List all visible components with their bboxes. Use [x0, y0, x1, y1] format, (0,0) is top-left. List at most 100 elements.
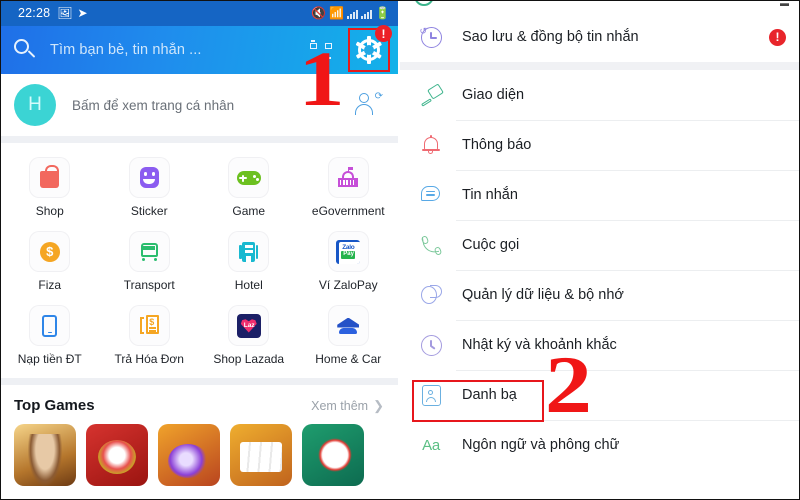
settings-item-label: Ngôn ngữ và phông chữ	[462, 437, 620, 453]
app-shortcut-label: Game	[232, 204, 266, 218]
app-shortcut-phone-topup[interactable]: Nạp tiền ĐT	[0, 300, 100, 374]
app-shortcut-pay-bill[interactable]: $ Trả Hóa Đơn	[100, 300, 200, 374]
pie-chart-icon	[416, 284, 446, 306]
app-shortcut-label: Shop	[35, 204, 64, 218]
status-bar-system-icons: 🔇 📶 🔋	[311, 7, 390, 19]
settings-gear-button[interactable]: !	[348, 25, 392, 72]
mute-icon: 🔇	[311, 6, 327, 20]
app-grid-row: Shop Sticker Game eGovernment	[0, 152, 398, 226]
clipped-icon	[414, 0, 434, 6]
telegram-send-icon: ➤	[77, 6, 88, 20]
zalopay-wallet-icon: Zalo Pay	[328, 232, 368, 271]
bus-icon	[129, 232, 169, 271]
top-games-see-more-link[interactable]: Xem thêm ❯	[311, 398, 384, 414]
app-shortcut-label: Home & Car	[315, 352, 382, 366]
zalo-more-tab-screen: 22:28 🖼 ➤ 🔇 📶 🔋 Tìm bạn bè, tin nhắn ...	[0, 0, 398, 500]
app-shortcut-shop-lazada[interactable]: Laz Shop Lazada	[199, 300, 299, 374]
status-bar-notification-icons: 🖼 ➤	[57, 7, 87, 19]
settings-item-label: Giao diện	[462, 87, 525, 103]
app-shortcut-label: Transport	[123, 278, 175, 292]
settings-item-diary-moments[interactable]: Nhật ký và khoảnh khắc	[400, 320, 800, 370]
settings-item-label: Danh bạ	[462, 387, 517, 403]
settings-item-backup-sync[interactable]: ↺ Sao lưu & đồng bộ tin nhắn !	[400, 12, 800, 62]
clock-icon	[416, 334, 446, 356]
lazada-heart-icon: Laz	[229, 306, 269, 345]
app-shortcut-fiza[interactable]: $ Fiza	[0, 226, 100, 300]
status-bar-clock: 22:28	[18, 6, 51, 20]
app-shortcut-transport[interactable]: Transport	[100, 226, 200, 300]
sticker-smile-icon	[129, 158, 169, 197]
app-shortcut-label: Nạp tiền ĐT	[17, 352, 82, 366]
settings-item-label: Tin nhắn	[462, 187, 518, 203]
game-thumb-3[interactable]	[158, 424, 220, 486]
hotel-building-icon	[229, 232, 269, 271]
signal-bars-2-icon	[361, 9, 373, 19]
status-bar: 22:28 🖼 ➤ 🔇 📶 🔋	[0, 0, 398, 26]
paint-brush-icon	[416, 83, 446, 107]
top-games-title: Top Games	[14, 397, 95, 414]
settings-item-label: Cuộc gọi	[462, 237, 520, 253]
app-shortcut-label: eGovernment	[311, 204, 385, 218]
game-thumb-1[interactable]	[14, 424, 76, 486]
top-games-row	[0, 422, 398, 486]
app-shortcut-game[interactable]: Game	[199, 152, 299, 226]
search-icon[interactable]	[12, 37, 38, 63]
app-shortcut-label: Fiza	[38, 278, 62, 292]
app-shortcut-home-car[interactable]: Home & Car	[299, 300, 399, 374]
font-aa-icon: Aa	[422, 436, 440, 454]
wifi-icon: 📶	[329, 6, 345, 20]
zalo-settings-screen: ▬ ↺ Sao lưu & đồng bộ tin nhắn ! Giao di…	[398, 0, 800, 500]
phone-call-icon	[416, 235, 446, 256]
top-games-header: Top Games Xem thêm ❯	[0, 385, 398, 422]
settings-item-label: Thông báo	[462, 137, 532, 153]
game-thumb-5[interactable]	[302, 424, 364, 486]
game-thumb-2[interactable]	[86, 424, 148, 486]
settings-item-label: Sao lưu & đồng bộ tin nhắn	[462, 29, 639, 45]
gamepad-icon	[229, 158, 269, 197]
settings-item-interface[interactable]: Giao diện	[400, 70, 800, 120]
battery-icon: 🔋	[375, 6, 390, 20]
screenshot-root: 22:28 🖼 ➤ 🔇 📶 🔋 Tìm bạn bè, tin nhắn ...	[0, 0, 800, 500]
search-input[interactable]: Tìm bạn bè, tin nhắn ...	[50, 42, 310, 58]
app-grid-row: Nạp tiền ĐT $ Trả Hóa Đơn Laz Shop Lazad…	[0, 300, 398, 374]
settings-item-notifications[interactable]: Thông báo	[400, 120, 800, 170]
add-friend-icon[interactable]: ⟳	[354, 92, 384, 118]
invoice-bill-icon: $	[129, 306, 169, 345]
warning-badge: !	[769, 28, 786, 46]
annotation-step-2: 2	[544, 339, 593, 430]
app-shortcut-sticker[interactable]: Sticker	[100, 152, 200, 226]
contact-card-icon	[416, 384, 446, 406]
avatar[interactable]: H	[14, 84, 56, 126]
app-shortcut-label: Sticker	[130, 204, 168, 218]
clipped-row-divider	[450, 0, 640, 1]
gear-icon	[355, 36, 383, 64]
app-grid-row: $ Fiza Transport Hotel Zalo Pay Ví ZaloP…	[0, 226, 398, 300]
app-shortcut-hotel[interactable]: Hotel	[199, 226, 299, 300]
clipped-menu-dots-icon: ▬	[780, 0, 790, 8]
home-car-icon	[328, 306, 368, 345]
annotation-step-1: 1	[298, 35, 345, 122]
app-shortcut-zalopay[interactable]: Zalo Pay Ví ZaloPay	[299, 226, 399, 300]
app-shortcut-grid: Shop Sticker Game eGovernment $ Fiza Tra…	[0, 143, 398, 378]
chat-bubble-icon	[416, 185, 446, 205]
shopping-bag-icon	[30, 158, 70, 197]
clipped-top-row: ▬	[400, 0, 800, 12]
image-icon: 🖼	[57, 6, 73, 20]
game-thumb-4[interactable]	[230, 424, 292, 486]
section-divider-2	[0, 378, 398, 385]
settings-badge: !	[375, 25, 392, 42]
chevron-right-icon: ❯	[373, 397, 384, 413]
bell-icon	[416, 135, 446, 155]
history-clock-icon: ↺	[416, 26, 446, 48]
settings-group-divider	[400, 62, 800, 70]
app-shortcut-egovernment[interactable]: eGovernment	[299, 152, 399, 226]
settings-item-language-font[interactable]: Aa Ngôn ngữ và phông chữ	[400, 420, 800, 470]
settings-item-contacts[interactable]: Danh bạ	[400, 370, 800, 420]
signal-bars-icon	[347, 9, 359, 19]
settings-item-messages[interactable]: Tin nhắn	[400, 170, 800, 220]
app-shortcut-label: Trả Hóa Đơn	[114, 352, 184, 366]
app-shortcut-shop[interactable]: Shop	[0, 152, 100, 226]
settings-item-calls[interactable]: Cuộc gọi	[400, 220, 800, 270]
settings-item-data-storage[interactable]: Quản lý dữ liệu & bộ nhớ	[400, 270, 800, 320]
government-building-icon	[328, 158, 368, 197]
